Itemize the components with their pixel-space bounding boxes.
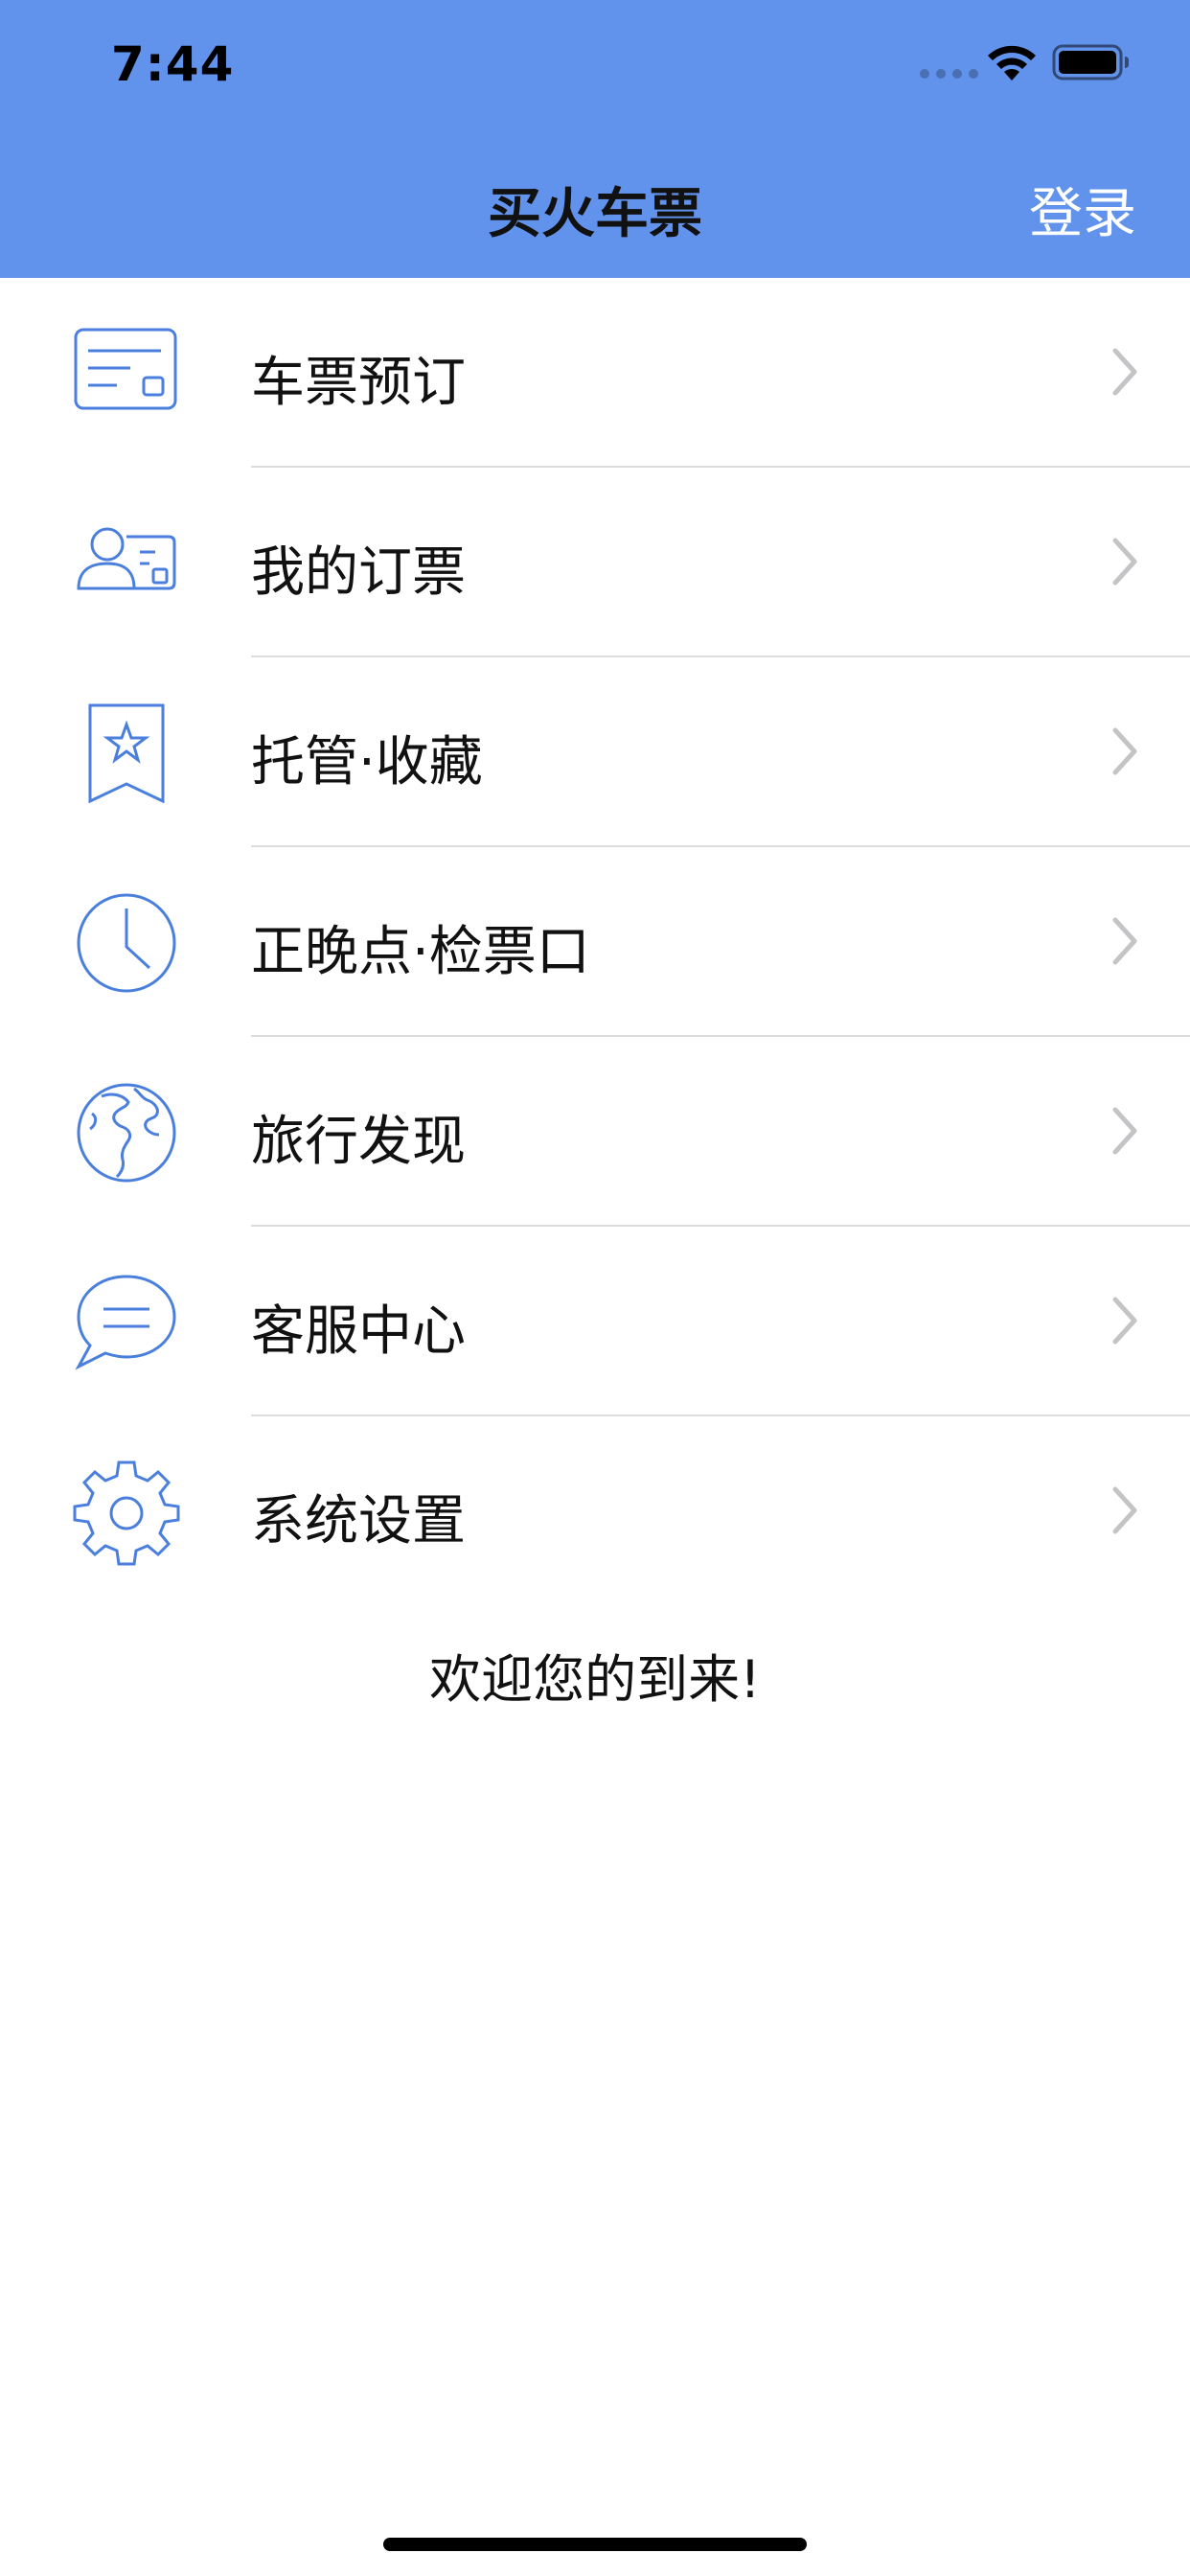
- chevron-right-icon: [1112, 538, 1137, 586]
- status-time: 7:44: [111, 36, 235, 92]
- ticket-icon: [74, 328, 177, 410]
- menu-item-my-tickets[interactable]: 我的订票: [0, 468, 1190, 657]
- menu-item-ticket-booking[interactable]: 车票预订: [0, 278, 1190, 468]
- menu-item-label: 正晚点·检票口: [251, 921, 590, 983]
- gear-icon: [73, 1460, 180, 1566]
- wifi-icon: [988, 45, 1036, 80]
- page-title: 买火车票: [488, 183, 702, 245]
- welcome-message: 欢迎您的到来!: [429, 1649, 761, 1710]
- chevron-right-icon: [1112, 917, 1137, 965]
- menu-item-hosting-favorites[interactable]: 托管·收藏: [0, 657, 1190, 847]
- menu-item-customer-service[interactable]: 客服中心: [0, 1227, 1190, 1416]
- home-indicator[interactable]: [383, 2538, 807, 2551]
- menu-item-system-settings[interactable]: 系统设置: [0, 1416, 1190, 1606]
- menu-item-label: 客服中心: [251, 1300, 466, 1363]
- menu-item-label: 我的订票: [251, 541, 466, 604]
- globe-icon: [77, 1083, 176, 1183]
- chevron-right-icon: [1112, 348, 1137, 396]
- chevron-right-icon: [1112, 1107, 1137, 1155]
- menu-list: 车票预订 我的订票 托管·收藏 正晚点·检票口 旅行发现 客服中心 系统设置: [0, 278, 1190, 1606]
- chat-bubble-icon: [75, 1275, 176, 1370]
- chevron-right-icon: [1112, 727, 1137, 775]
- user-card-icon: [77, 527, 176, 590]
- menu-item-label: 托管·收藏: [251, 731, 483, 794]
- menu-item-label: 旅行发现: [251, 1111, 466, 1173]
- menu-item-label: 系统设置: [251, 1490, 466, 1552]
- bookmark-star-icon: [88, 703, 165, 804]
- battery-icon: [1052, 44, 1129, 80]
- menu-item-label: 车票预订: [251, 352, 466, 414]
- chevron-right-icon: [1112, 1486, 1137, 1534]
- navigation-bar: 买火车票 登录: [0, 126, 1190, 278]
- menu-item-travel-discovery[interactable]: 旅行发现: [0, 1037, 1190, 1227]
- status-bar: 7:44: [0, 0, 1190, 126]
- cellular-signal-icon: [920, 69, 978, 79]
- menu-item-delay-check-in[interactable]: 正晚点·检票口: [0, 847, 1190, 1037]
- login-button[interactable]: 登录: [1029, 171, 1136, 248]
- clock-icon: [77, 893, 176, 993]
- chevron-right-icon: [1112, 1297, 1137, 1345]
